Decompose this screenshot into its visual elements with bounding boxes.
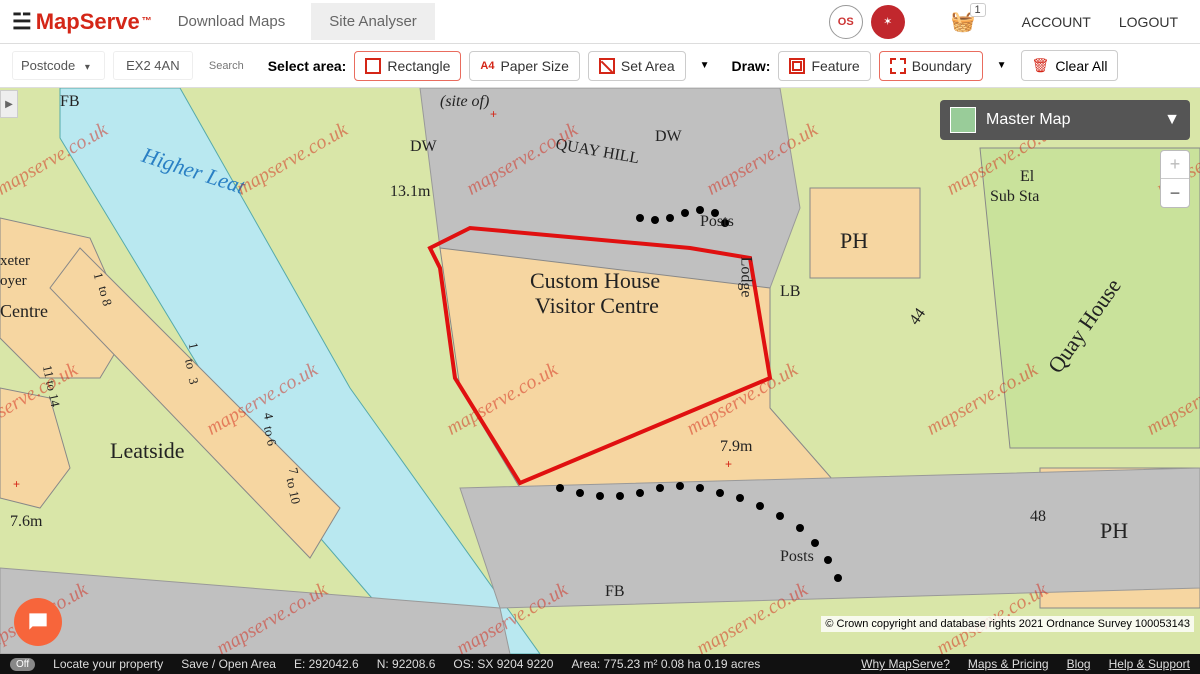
paper-icon: A4 xyxy=(480,60,494,72)
logo[interactable]: ☱ MapServe™ xyxy=(12,9,152,35)
northing-readout: N: 92208.6 xyxy=(377,657,436,671)
rectangle-button[interactable]: Rectangle xyxy=(354,51,461,81)
basket-button[interactable]: 🧺 1 xyxy=(951,9,976,34)
select-area-label: Select area: xyxy=(268,58,347,74)
basket-count: 1 xyxy=(970,3,986,17)
draw-dropdown[interactable]: ▼ xyxy=(991,60,1013,71)
pricing-link[interactable]: Maps & Pricing xyxy=(968,657,1049,671)
toolbar: Postcode ▾ EX2 4AN Search Select area: R… xyxy=(0,44,1200,88)
copyright-text: © Crown copyright and database rights 20… xyxy=(821,616,1194,632)
svg-text:+: + xyxy=(13,477,20,491)
chevron-down-icon: ▼ xyxy=(1164,111,1180,129)
set-area-button[interactable]: Set Area xyxy=(588,51,686,81)
os-partner-icon[interactable]: OS xyxy=(829,5,863,39)
chat-icon xyxy=(25,609,51,635)
layer-name: Master Map xyxy=(986,111,1070,129)
account-link[interactable]: ACCOUNT xyxy=(1012,14,1101,30)
postcode-input[interactable]: EX2 4AN xyxy=(113,51,193,80)
trademark: ™ xyxy=(142,16,152,27)
tab-site-analyser[interactable]: Site Analyser xyxy=(311,3,435,40)
zoom-control: + − xyxy=(1160,150,1190,208)
clear-all-button[interactable]: 🗑Clear All xyxy=(1021,50,1119,81)
save-open-button[interactable]: Save / Open Area xyxy=(181,657,276,671)
zoom-in-button[interactable]: + xyxy=(1161,151,1189,179)
set-area-icon xyxy=(599,58,615,74)
feature-button[interactable]: Feature xyxy=(778,51,870,81)
brand-text: MapServe xyxy=(36,9,140,35)
draw-label: Draw: xyxy=(732,58,771,74)
layer-thumb-icon xyxy=(950,107,976,133)
tab-download-maps[interactable]: Download Maps xyxy=(160,3,304,40)
sidebar-toggle[interactable]: ▶ xyxy=(0,90,18,118)
locate-toggle[interactable]: Off xyxy=(10,658,35,671)
map-canvas[interactable]: + + + Custom House Visitor Centre Leatsi… xyxy=(0,88,1200,654)
footer-bar: Off Locate your property Save / Open Are… xyxy=(0,654,1200,674)
boundary-icon xyxy=(890,58,906,74)
os-grid-readout: OS: SX 9204 9220 xyxy=(453,657,553,671)
layers-icon: ☱ xyxy=(12,9,32,35)
blog-link[interactable]: Blog xyxy=(1067,657,1091,671)
layer-selector[interactable]: Master Map ▼ xyxy=(940,100,1190,140)
area-readout: Area: 775.23 m² 0.08 ha 0.19 acres xyxy=(571,657,760,671)
logout-link[interactable]: LOGOUT xyxy=(1109,14,1188,30)
paper-size-button[interactable]: A4Paper Size xyxy=(469,51,580,81)
svg-text:+: + xyxy=(725,457,732,471)
area-dropdown[interactable]: ▼ xyxy=(694,60,716,71)
help-link[interactable]: Help & Support xyxy=(1109,657,1190,671)
search-mode-dropdown[interactable]: Postcode ▾ xyxy=(12,51,105,80)
boundary-button[interactable]: Boundary xyxy=(879,51,983,81)
why-link[interactable]: Why MapServe? xyxy=(861,657,950,671)
search-button[interactable]: Search xyxy=(201,54,252,78)
seal-icon[interactable]: ✶ xyxy=(871,5,905,39)
top-bar: ☱ MapServe™ Download Maps Site Analyser … xyxy=(0,0,1200,44)
feature-icon xyxy=(789,58,805,74)
chat-button[interactable] xyxy=(14,598,62,646)
locate-label[interactable]: Locate your property xyxy=(53,657,163,671)
zoom-out-button[interactable]: − xyxy=(1161,179,1189,207)
trash-icon: 🗑 xyxy=(1032,57,1050,74)
svg-text:+: + xyxy=(490,107,497,121)
easting-readout: E: 292042.6 xyxy=(294,657,359,671)
rectangle-icon xyxy=(365,58,381,74)
